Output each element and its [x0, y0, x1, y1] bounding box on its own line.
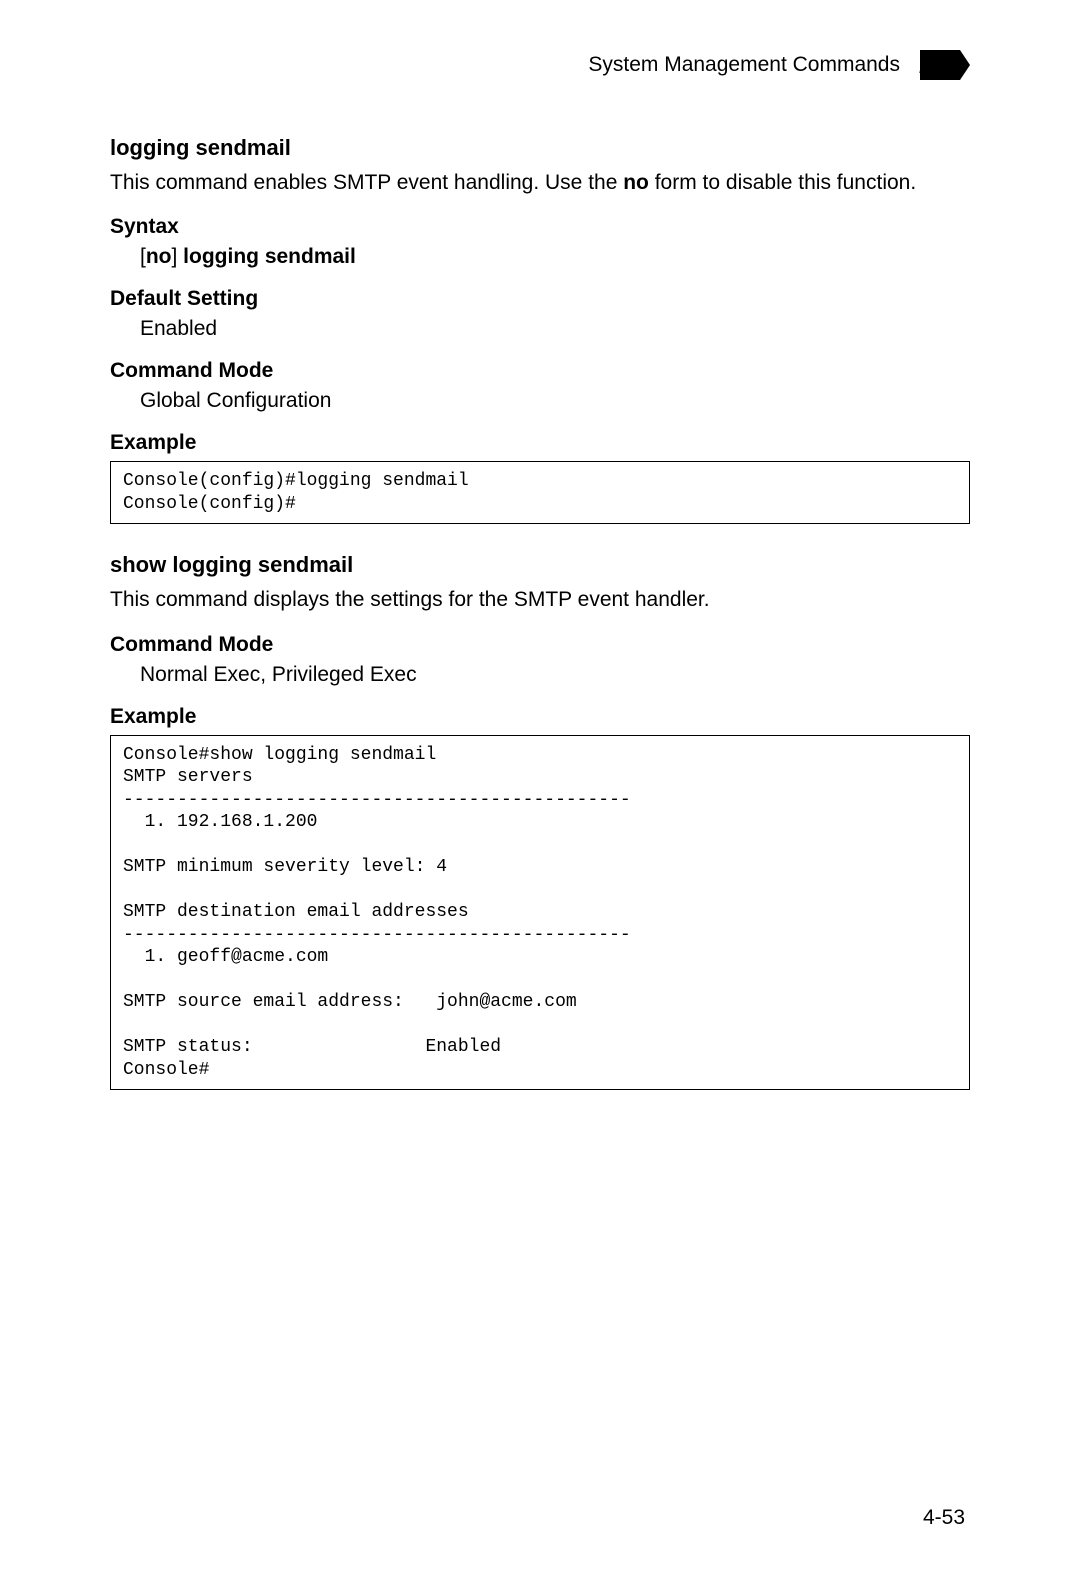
command-mode-label-1: Command Mode	[110, 359, 970, 383]
section2-description: This command displays the settings for t…	[110, 586, 970, 614]
example-code-2: Console#show logging sendmail SMTP serve…	[110, 735, 970, 1091]
desc-bold-no: no	[623, 171, 649, 194]
section-heading-show-logging-sendmail: show logging sendmail	[110, 552, 970, 578]
example-label-2: Example	[110, 705, 970, 729]
chapter-number: 4	[920, 45, 940, 87]
section-heading-logging-sendmail: logging sendmail	[110, 135, 970, 161]
default-setting-label: Default Setting	[110, 287, 970, 311]
syntax-label: Syntax	[110, 215, 970, 239]
syntax-cmd: logging sendmail	[177, 245, 356, 268]
desc-post: form to disable this function.	[649, 171, 916, 194]
command-mode-value-2: Normal Exec, Privileged Exec	[110, 663, 970, 687]
section1-description: This command enables SMTP event handling…	[110, 169, 970, 197]
page-header: System Management Commands 4	[110, 40, 970, 90]
syntax-no: no	[146, 245, 172, 268]
example-label-1: Example	[110, 431, 970, 455]
example-code-1: Console(config)#logging sendmail Console…	[110, 461, 970, 524]
default-setting-value: Enabled	[110, 317, 970, 341]
command-mode-value-1: Global Configuration	[110, 389, 970, 413]
header-title: System Management Commands	[588, 53, 900, 77]
command-mode-label-2: Command Mode	[110, 633, 970, 657]
desc-pre: This command enables SMTP event handling…	[110, 171, 623, 194]
syntax-line: [no] logging sendmail	[110, 245, 970, 269]
page-number: 4-53	[923, 1506, 965, 1530]
chapter-tab-icon: 4	[920, 40, 970, 90]
